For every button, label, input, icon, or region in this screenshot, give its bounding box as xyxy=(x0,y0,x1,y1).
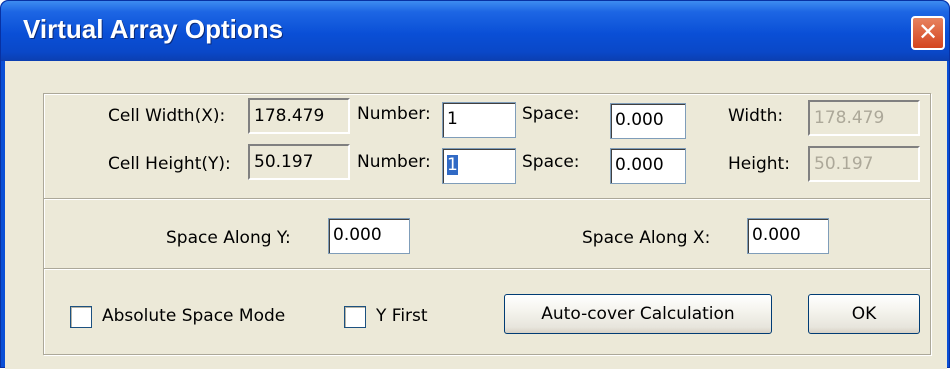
space-along-y-label: Space Along Y: xyxy=(166,228,291,248)
separator-bottom xyxy=(44,268,930,270)
space-x-label: Space: xyxy=(522,104,580,124)
options-group: Cell Width(X): 178.479 Number: 1 Space: … xyxy=(43,93,931,355)
title-bar[interactable]: Virtual Array Options ✕ xyxy=(1,1,949,61)
dialog-body: Cell Width(X): 178.479 Number: 1 Space: … xyxy=(5,61,947,369)
cell-width-label: Cell Width(X): xyxy=(108,106,226,126)
cell-height-label: Cell Height(Y): xyxy=(108,154,231,174)
cell-width-field: 178.479 xyxy=(248,98,350,134)
cell-height-field: 50.197 xyxy=(248,144,350,180)
y-first-checkbox[interactable] xyxy=(344,306,366,328)
dialog-title: Virtual Array Options xyxy=(23,14,284,44)
height-label: Height: xyxy=(728,154,790,174)
number-y-label: Number: xyxy=(357,152,431,172)
width-label: Width: xyxy=(728,106,784,126)
auto-cover-calculation-button[interactable]: Auto-cover Calculation xyxy=(504,294,772,334)
absolute-space-mode-checkbox[interactable] xyxy=(70,306,92,328)
close-icon: ✕ xyxy=(917,18,939,46)
selected-text: 1 xyxy=(447,155,458,175)
separator-top xyxy=(44,198,930,200)
number-y-input[interactable]: 1 xyxy=(442,148,516,184)
absolute-space-mode-label[interactable]: Absolute Space Mode xyxy=(102,306,285,326)
space-along-x-label: Space Along X: xyxy=(582,228,711,248)
close-button[interactable]: ✕ xyxy=(911,16,945,50)
y-first-label[interactable]: Y First xyxy=(376,306,428,326)
space-along-x-input[interactable]: 0.000 xyxy=(747,218,829,254)
ok-button[interactable]: OK xyxy=(808,294,920,334)
space-x-input[interactable]: 0.000 xyxy=(610,103,686,139)
number-x-label: Number: xyxy=(357,104,431,124)
space-y-label: Space: xyxy=(522,152,580,172)
number-x-input[interactable]: 1 xyxy=(442,102,516,138)
space-y-input[interactable]: 0.000 xyxy=(610,148,686,184)
height-field: 50.197 xyxy=(808,146,920,182)
space-along-y-input[interactable]: 0.000 xyxy=(328,218,410,254)
width-field: 178.479 xyxy=(808,100,920,136)
dialog-window: Virtual Array Options ✕ Cell Width(X): 1… xyxy=(0,0,950,369)
